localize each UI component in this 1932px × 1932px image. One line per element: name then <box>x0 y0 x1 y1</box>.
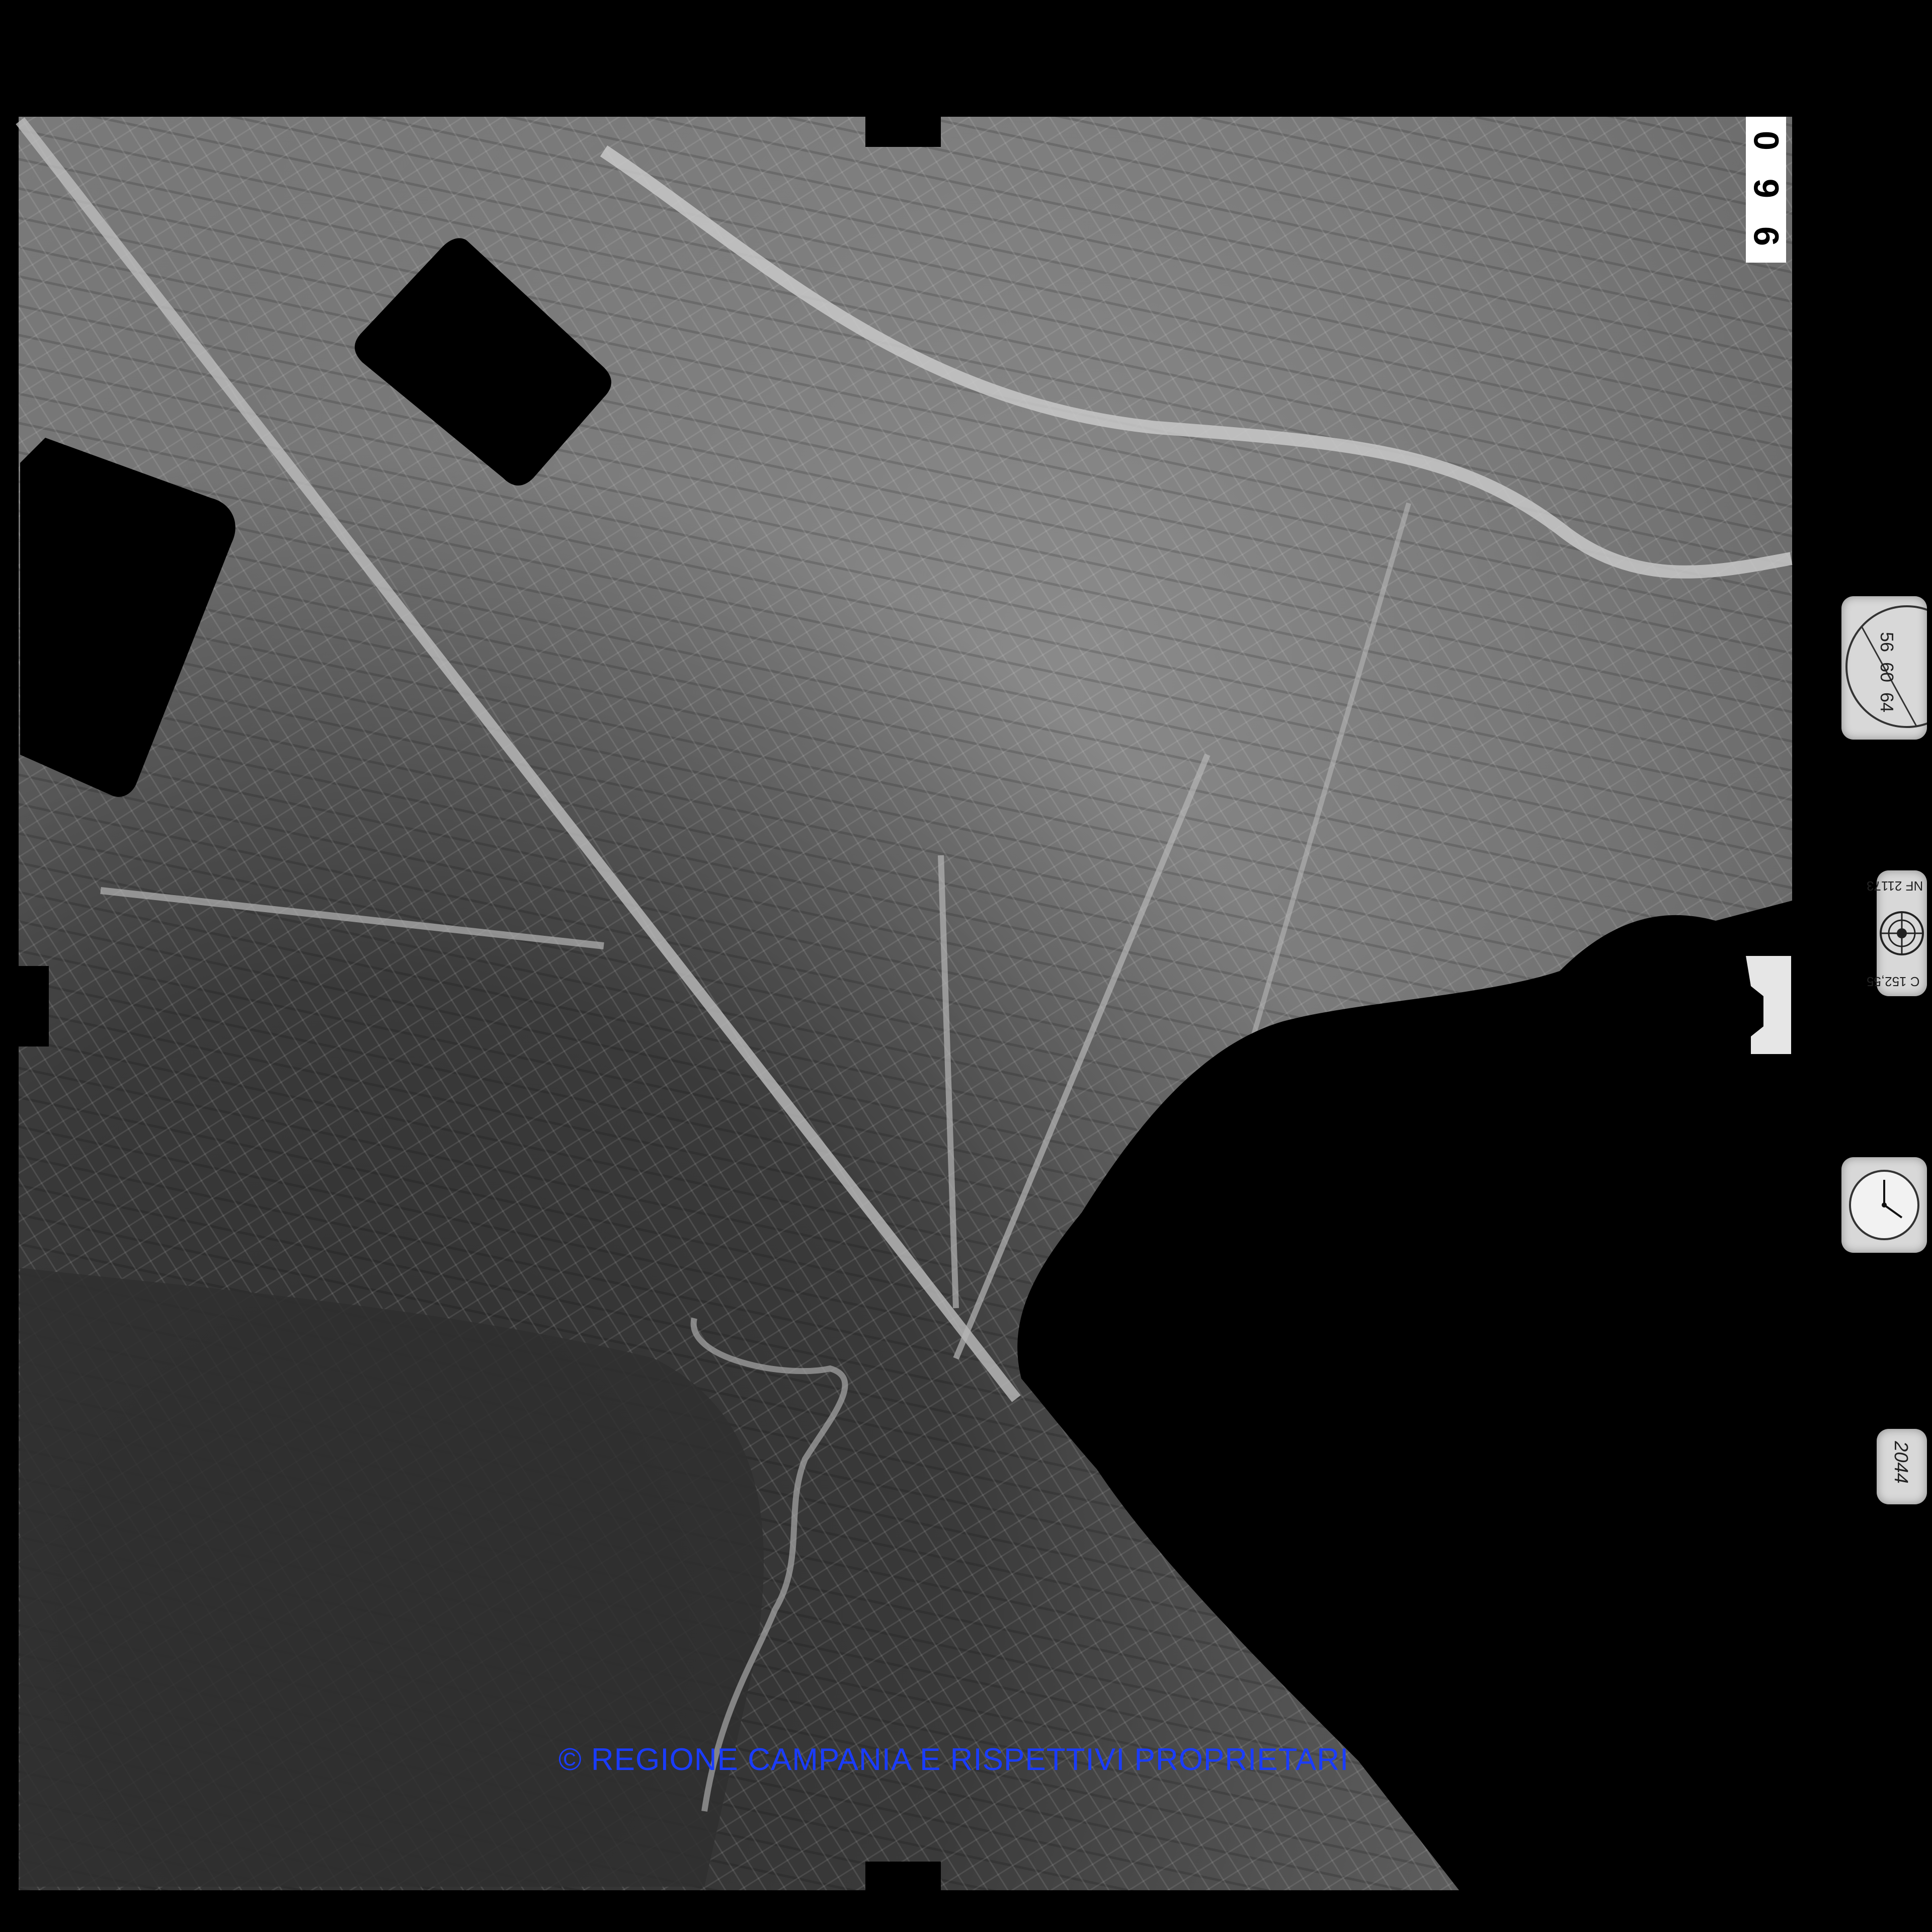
forest-area <box>20 1268 764 1887</box>
lens-level: NF 21173 C 152,55 <box>1867 870 1927 996</box>
film-frame: 0 9 6 56 60 64 NF 21173 C 152,55 2044 © … <box>0 0 1932 1932</box>
handwritten-label: 2044 <box>1877 1429 1927 1504</box>
altimeter-dial: 56 60 64 <box>1841 596 1932 740</box>
altimeter-reading: 60 <box>1877 662 1898 683</box>
lens-id: NF 21173 <box>1867 878 1923 894</box>
masked-area <box>20 438 235 797</box>
frame-number-digit: 0 <box>1746 131 1786 150</box>
highway <box>600 145 1793 579</box>
clock-dial <box>1841 1157 1927 1253</box>
focal-length: C 152,55 <box>1867 974 1920 989</box>
copyright-watermark: © REGIONE CAMPANIA E RISPETTIVI PROPRIET… <box>558 1742 1349 1777</box>
handwritten-number: 2044 <box>1890 1441 1911 1484</box>
road <box>938 855 959 1309</box>
frame-number-digit: 9 <box>1746 179 1786 198</box>
clock-icon <box>1849 1170 1919 1240</box>
frame-number: 0 9 6 <box>1746 117 1786 263</box>
altimeter-reading: 64 <box>1877 692 1898 713</box>
altimeter-reading: 56 <box>1877 631 1898 653</box>
frame-number-digit: 6 <box>1746 226 1786 246</box>
road <box>100 887 604 949</box>
film-notch <box>19 966 49 1046</box>
film-notch <box>865 1862 941 1890</box>
film-notch <box>865 117 941 147</box>
photo-overlay <box>16 117 1793 1890</box>
masked-area <box>355 238 611 486</box>
